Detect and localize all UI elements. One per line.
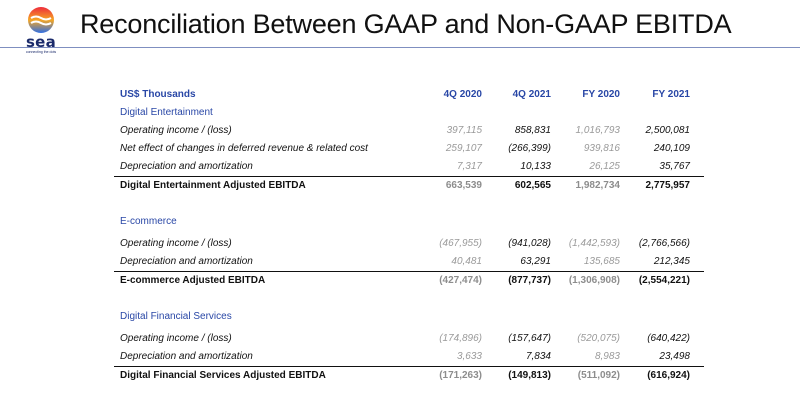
table-row: Net effect of changes in deferred revenu… [114, 140, 704, 158]
total-value: 1,982,734 [575, 180, 621, 191]
total-value: 2,775,957 [645, 180, 691, 191]
section-title: Digital Entertainment [114, 104, 704, 122]
row-label: Operating income / (loss) [120, 333, 232, 344]
title-divider [0, 47, 800, 48]
total-value: 602,565 [514, 180, 551, 191]
cell-value: 40,481 [451, 256, 482, 267]
cell-value: 240,109 [653, 143, 690, 154]
table-header-row: US$ Thousands 4Q 2020 4Q 2021 FY 2020 FY… [114, 86, 704, 104]
row-label: Depreciation and amortization [120, 161, 253, 172]
total-row: Digital Entertainment Adjusted EBITDA 66… [114, 176, 704, 195]
table-row: Operating income / (loss) (467,955) (941… [114, 235, 704, 253]
cell-value: 858,831 [514, 125, 551, 136]
total-value: (149,813) [508, 370, 551, 381]
cell-value: 1,016,793 [575, 125, 621, 136]
total-label: E-commerce Adjusted EBITDA [120, 275, 266, 286]
cell-value: (174,896) [439, 333, 482, 344]
total-value: (2,554,221) [638, 275, 690, 286]
cell-value: 7,317 [456, 161, 482, 172]
cell-value: 23,498 [659, 351, 690, 362]
cell-value: (1,442,593) [568, 238, 620, 249]
cell-value: (640,422) [647, 333, 690, 344]
cell-value: 63,291 [520, 256, 551, 267]
total-value: (511,092) [577, 370, 620, 381]
cell-value: (2,766,566) [638, 238, 690, 249]
cell-value: 397,115 [446, 125, 482, 136]
column-header: 4Q 2020 [443, 89, 482, 100]
cell-value: (520,075) [577, 333, 620, 344]
cell-value: 10,133 [520, 161, 551, 172]
column-header: FY 2021 [652, 89, 690, 100]
row-label: Depreciation and amortization [120, 351, 253, 362]
cell-value: 26,125 [589, 161, 620, 172]
cell-value: (941,028) [508, 238, 551, 249]
section-name: Digital Financial Services [120, 311, 232, 322]
cell-value: (157,647) [508, 333, 551, 344]
table-row: Operating income / (loss) 397,115 858,83… [114, 122, 704, 140]
total-value: (427,474) [439, 275, 482, 286]
cell-value: 939,816 [583, 143, 620, 154]
row-label: Operating income / (loss) [120, 238, 232, 249]
section-name: Digital Entertainment [120, 107, 213, 118]
total-value: 663,539 [445, 180, 482, 191]
column-header: FY 2020 [582, 89, 620, 100]
column-header: 4Q 2021 [512, 89, 551, 100]
total-label: Digital Entertainment Adjusted EBITDA [120, 180, 306, 191]
section-name: E-commerce [120, 216, 177, 227]
reconciliation-table: US$ Thousands 4Q 2020 4Q 2021 FY 2020 FY… [114, 86, 704, 385]
section-title: Digital Financial Services [114, 308, 704, 326]
row-label: Net effect of changes in deferred revenu… [120, 143, 368, 154]
total-value: (1,306,908) [568, 275, 620, 286]
total-value: (171,263) [439, 370, 482, 381]
table-row: Operating income / (loss) (174,896) (157… [114, 330, 704, 348]
cell-value: 7,834 [525, 351, 551, 362]
cell-value: 212,345 [653, 256, 690, 267]
total-row: E-commerce Adjusted EBITDA (427,474) (87… [114, 271, 704, 290]
total-row: Digital Financial Services Adjusted EBIT… [114, 366, 704, 385]
logo-tagline: connecting the dots [25, 50, 57, 54]
row-label: Depreciation and amortization [120, 256, 253, 267]
cell-value: (467,955) [439, 238, 482, 249]
section-title: E-commerce [114, 213, 704, 231]
page-title: Reconciliation Between GAAP and Non-GAAP… [80, 9, 732, 39]
sea-logo-icon [28, 7, 54, 33]
total-value: (616,924) [647, 370, 690, 381]
cell-value: (266,399) [508, 143, 551, 154]
total-value: (877,737) [508, 275, 551, 286]
total-label: Digital Financial Services Adjusted EBIT… [120, 370, 326, 381]
cell-value: 35,767 [659, 161, 690, 172]
units-label: US$ Thousands [120, 89, 196, 100]
cell-value: 3,633 [456, 351, 482, 362]
table-row: Depreciation and amortization 3,633 7,83… [114, 348, 704, 366]
table-row: Depreciation and amortization 40,481 63,… [114, 253, 704, 271]
cell-value: 8,983 [594, 351, 620, 362]
table-row: Depreciation and amortization 7,317 10,1… [114, 158, 704, 176]
cell-value: 135,685 [583, 256, 620, 267]
row-label: Operating income / (loss) [120, 125, 232, 136]
cell-value: 259,107 [445, 143, 482, 154]
cell-value: 2,500,081 [645, 125, 691, 136]
